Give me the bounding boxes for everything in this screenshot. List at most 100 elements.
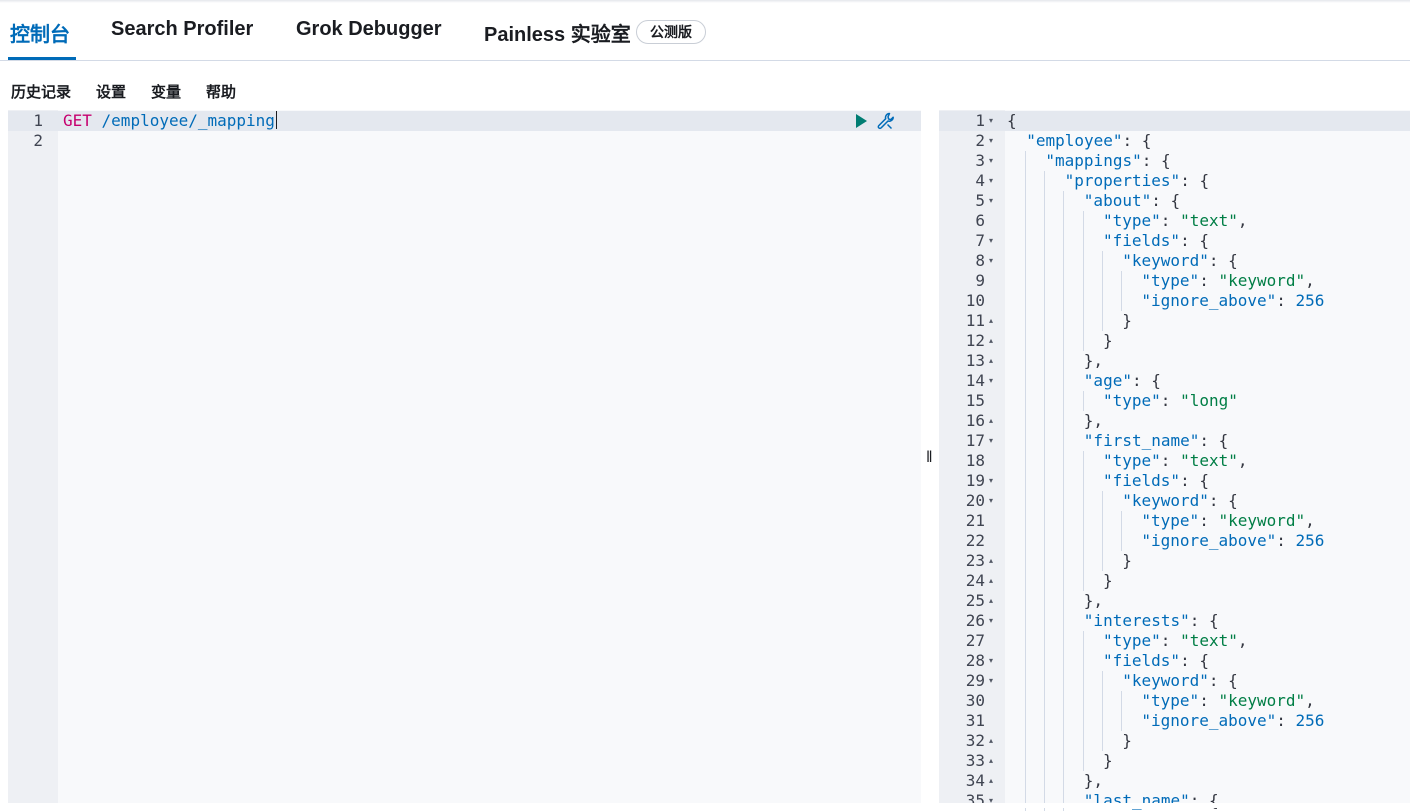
indent-guide (1101, 671, 1103, 691)
response-line-number: 31 (965, 711, 985, 730)
fold-expand-icon[interactable]: ▴ (989, 351, 993, 371)
indent-guide (1063, 491, 1065, 511)
response-line: "type": "text", (1103, 211, 1248, 230)
indent-guide (1063, 451, 1065, 471)
response-line-number: 11 (965, 311, 985, 330)
variables-link[interactable]: 变量 (151, 81, 181, 102)
indent-guide (1101, 251, 1103, 271)
json-value: "text" (1180, 451, 1238, 470)
indent-guide (1063, 691, 1065, 711)
tab-painless-lab[interactable]: Painless 实验室 (484, 18, 631, 46)
fold-collapse-icon[interactable]: ▾ (989, 431, 993, 451)
indent-guide (1025, 191, 1026, 211)
fold-collapse-icon[interactable]: ▾ (989, 651, 993, 671)
response-line-number: 5 (975, 191, 985, 210)
top-shadow (0, 0, 1410, 3)
fold-collapse-icon[interactable]: ▾ (989, 191, 993, 211)
wrench-icon[interactable] (876, 111, 896, 131)
response-line: }, (1083, 351, 1104, 370)
indent-guide (1063, 531, 1065, 551)
response-line: "interests": { (1083, 611, 1219, 630)
indent-guide (1121, 691, 1122, 711)
indent-guide (1101, 511, 1103, 531)
response-line: } (1103, 331, 1113, 350)
footer-strip (0, 803, 1410, 808)
fold-expand-icon[interactable]: ▴ (989, 571, 993, 591)
indent-guide (1025, 471, 1026, 491)
response-line: "first_name": { (1083, 431, 1229, 450)
response-line: "fields": { (1103, 231, 1209, 250)
indent-guide (1063, 751, 1065, 771)
response-line: "fields": { (1103, 471, 1209, 490)
tab-console[interactable]: 控制台 (10, 18, 70, 46)
fold-expand-icon[interactable]: ▴ (989, 411, 993, 431)
indent-guide (1025, 671, 1026, 691)
indent-guide (1025, 771, 1026, 791)
indent-guide (1044, 491, 1046, 511)
tab-search-profiler[interactable]: Search Profiler (111, 18, 253, 46)
indent-guide (1025, 171, 1026, 191)
response-line-number: 28 (965, 651, 985, 670)
fold-expand-icon[interactable]: ▴ (989, 771, 993, 791)
indent-guide (1044, 551, 1046, 571)
resize-handle-icon[interactable]: ‖ (926, 449, 933, 467)
fold-collapse-icon[interactable]: ▾ (989, 491, 993, 511)
indent-guide (1121, 711, 1122, 731)
fold-collapse-icon[interactable]: ▾ (989, 671, 993, 691)
indent-guide (1044, 571, 1046, 591)
fold-collapse-icon[interactable]: ▾ (989, 471, 993, 491)
indent-guide (1082, 211, 1084, 231)
indent-guide (1063, 431, 1065, 451)
help-link[interactable]: 帮助 (206, 81, 236, 102)
fold-expand-icon[interactable]: ▴ (989, 591, 993, 611)
json-key: "ignore_above" (1141, 531, 1277, 550)
indent-guide (1044, 751, 1046, 771)
fold-collapse-icon[interactable]: ▾ (989, 791, 993, 811)
json-value: "text" (1180, 211, 1238, 230)
fold-collapse-icon[interactable]: ▾ (989, 251, 993, 271)
fold-expand-icon[interactable]: ▴ (989, 731, 993, 751)
response-line: } (1122, 731, 1132, 750)
settings-link[interactable]: 设置 (96, 81, 126, 102)
indent-guide (1082, 231, 1084, 251)
request-editor[interactable] (58, 110, 921, 803)
fold-collapse-icon[interactable]: ▾ (989, 231, 993, 251)
json-key: "keyword" (1122, 491, 1209, 510)
indent-guide (1025, 291, 1026, 311)
indent-guide (1082, 271, 1084, 291)
response-line-number: 20 (965, 491, 985, 510)
fold-expand-icon[interactable]: ▴ (989, 751, 993, 771)
request-line[interactable]: GET /employee/_mapping (63, 111, 277, 131)
fold-collapse-icon[interactable]: ▾ (989, 131, 993, 151)
fold-collapse-icon[interactable]: ▾ (989, 611, 993, 631)
indent-guide (1063, 271, 1065, 291)
indent-guide (1025, 391, 1026, 411)
response-line: "employee": { (1026, 131, 1152, 150)
history-link[interactable]: 历史记录 (11, 81, 71, 102)
response-line: "ignore_above": 256 (1141, 291, 1325, 310)
fold-expand-icon[interactable]: ▴ (989, 311, 993, 331)
json-value: "text" (1180, 631, 1238, 650)
response-line: "keyword": { (1122, 251, 1238, 270)
fold-collapse-icon[interactable]: ▾ (989, 111, 993, 131)
fold-expand-icon[interactable]: ▴ (989, 331, 993, 351)
fold-collapse-icon[interactable]: ▾ (989, 171, 993, 191)
indent-guide (1025, 371, 1026, 391)
indent-guide (1063, 631, 1065, 651)
indent-guide (1025, 431, 1026, 451)
indent-guide (1101, 711, 1103, 731)
fold-collapse-icon[interactable]: ▾ (989, 151, 993, 171)
play-icon[interactable] (853, 112, 869, 130)
fold-expand-icon[interactable]: ▴ (989, 551, 993, 571)
response-line: "mappings": { (1045, 151, 1171, 170)
indent-guide (1025, 351, 1026, 371)
json-key: "type" (1103, 211, 1161, 230)
indent-guide (1063, 511, 1065, 531)
indent-guide (1044, 631, 1046, 651)
fold-collapse-icon[interactable]: ▾ (989, 371, 993, 391)
response-line: }, (1083, 771, 1104, 790)
response-line: "keyword": { (1122, 671, 1238, 690)
tab-grok-debugger[interactable]: Grok Debugger (296, 18, 442, 46)
response-line: "type": "keyword", (1141, 271, 1315, 290)
indent-guide (1063, 471, 1065, 491)
